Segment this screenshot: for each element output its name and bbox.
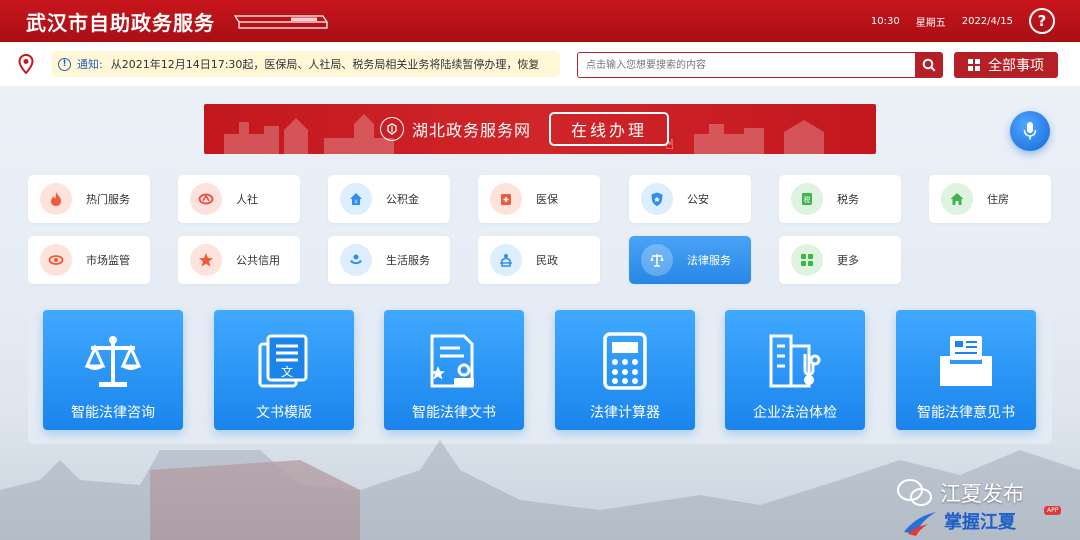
scale-icon [84, 336, 142, 387]
tax-icon: 税 [791, 183, 823, 215]
home-icon [941, 183, 973, 215]
service-label: 法律计算器 [590, 405, 660, 421]
category-label: 公共信用 [236, 254, 280, 267]
notice-text: 从2021年12月14日17:30起，医保局、人社局、税务局相关业务将陆续暂停办… [110, 58, 540, 71]
info-icon: ! [58, 57, 71, 71]
svg-text:文: 文 [281, 364, 293, 379]
category-eye[interactable]: 市场监管 [28, 236, 150, 284]
watermark-line1: 江夏发布 [940, 482, 1024, 506]
grid-icon [968, 59, 980, 71]
opinion-letter-icon [940, 336, 992, 386]
notice-bar[interactable]: ! 通知: 从2021年12月14日17:30起，医保局、人社局、税务局相关业务… [52, 51, 560, 77]
search-icon [922, 58, 936, 72]
ren-she-icon [190, 183, 222, 215]
category-label: 人社 [236, 193, 258, 206]
police-shield-icon [641, 183, 673, 215]
category-label: 市场监管 [86, 254, 130, 267]
category-home[interactable]: 住房 [929, 175, 1051, 223]
calculator-icon [603, 332, 647, 390]
watermark-line2: 掌握江夏 [944, 512, 1016, 533]
wechat-icon [897, 479, 932, 506]
category-house-fund[interactable]: ¥ 公积金 [328, 175, 450, 223]
online-handle-button[interactable]: 在线办理 ☝ [549, 112, 674, 153]
search-button[interactable] [915, 53, 942, 77]
category-label: 热门服务 [86, 193, 130, 206]
online-service-banner[interactable]: 湖北政务服务网 在线办理 ☝ [204, 104, 876, 154]
house-fund-icon: ¥ [340, 183, 372, 215]
civil-affairs-icon [490, 244, 522, 276]
hands-icon [340, 244, 372, 276]
category-label: 医保 [536, 193, 558, 206]
search-input[interactable] [578, 53, 915, 77]
banner-title: 湖北政务服务网 [412, 121, 532, 140]
location-pin-icon[interactable] [18, 54, 34, 74]
category-tax[interactable]: 税 税务 [779, 175, 901, 223]
service-card-calculator[interactable]: 法律计算器 [555, 310, 695, 430]
category-label: 住房 [987, 193, 1009, 206]
microphone-icon [1023, 122, 1037, 140]
toolbar-row: ! 通知: 从2021年12月14日17:30起，医保局、人社局、税务局相关业务… [0, 42, 1080, 86]
category-label: 民政 [536, 254, 558, 267]
category-label: 公积金 [386, 193, 419, 206]
service-card-scale[interactable]: 智能法律咨询 [43, 310, 183, 430]
emblem-icon [380, 117, 404, 141]
title-decoration-icon [231, 8, 331, 34]
category-label: 法律服务 [687, 254, 731, 267]
more-grid-icon [791, 244, 823, 276]
fire-icon [40, 183, 72, 215]
category-label: 公安 [687, 193, 709, 206]
category-police-shield[interactable]: 公安 [629, 175, 751, 223]
service-label: 智能法律意见书 [917, 405, 1015, 421]
all-items-label: 全部事项 [988, 58, 1044, 74]
svg-text:税: 税 [804, 195, 811, 204]
category-scale[interactable]: 法律服务 [629, 236, 751, 284]
legal-document-stamp-icon [430, 334, 474, 388]
service-card-legal-document-stamp[interactable]: 智能法律文书 [384, 310, 524, 430]
app-title: 武汉市自助政务服务 [26, 10, 215, 35]
category-civil-affairs[interactable]: 民政 [478, 236, 600, 284]
watermark-app-badge: APP [1044, 506, 1062, 515]
header-bar: 武汉市自助政务服务 10:30 星期五 2022/4/15 ? [0, 0, 1080, 42]
jiangxia-bird-logo-icon [904, 512, 936, 536]
svg-text:¥: ¥ [354, 200, 357, 206]
category-label: 更多 [837, 254, 859, 267]
service-label: 智能法律文书 [412, 405, 496, 421]
service-label: 智能法律咨询 [71, 405, 155, 421]
category-medical[interactable]: 医保 [478, 175, 600, 223]
help-button[interactable]: ? [1029, 8, 1055, 34]
category-label: 税务 [837, 193, 859, 206]
watermark-logo: 江夏发布 掌握江夏 APP [896, 478, 1076, 538]
service-card-document-template[interactable]: 文文书模版 [214, 310, 354, 430]
category-star[interactable]: 公共信用 [178, 236, 300, 284]
voice-input-button[interactable] [1010, 111, 1050, 151]
category-ren-she[interactable]: 人社 [178, 175, 300, 223]
building-checkup-icon [769, 334, 821, 388]
service-card-opinion-letter[interactable]: 智能法律意见书 [896, 310, 1036, 430]
document-template-icon: 文 [258, 334, 308, 388]
service-label: 文书模版 [256, 405, 312, 421]
category-more-grid[interactable]: 更多 [779, 236, 901, 284]
category-fire[interactable]: 热门服务 [28, 175, 150, 223]
pointer-hand-icon: ☝ [665, 137, 678, 153]
search-box [577, 52, 943, 78]
medical-icon [490, 183, 522, 215]
category-hands[interactable]: 生活服务 [328, 236, 450, 284]
service-label: 企业法治体检 [753, 405, 837, 421]
category-label: 生活服务 [386, 254, 430, 267]
clock-date: 2022/4/15 [961, 15, 1013, 27]
clock-time: 10:30 [870, 15, 900, 27]
eye-icon [40, 244, 72, 276]
all-items-button[interactable]: 全部事项 [954, 52, 1058, 78]
scale-icon [641, 244, 673, 276]
star-icon [190, 244, 222, 276]
notice-label: 通知: [77, 58, 103, 71]
clock-weekday: 星期五 [915, 17, 946, 29]
service-card-building-checkup[interactable]: 企业法治体检 [725, 310, 865, 430]
online-handle-label: 在线办理 [571, 121, 648, 140]
